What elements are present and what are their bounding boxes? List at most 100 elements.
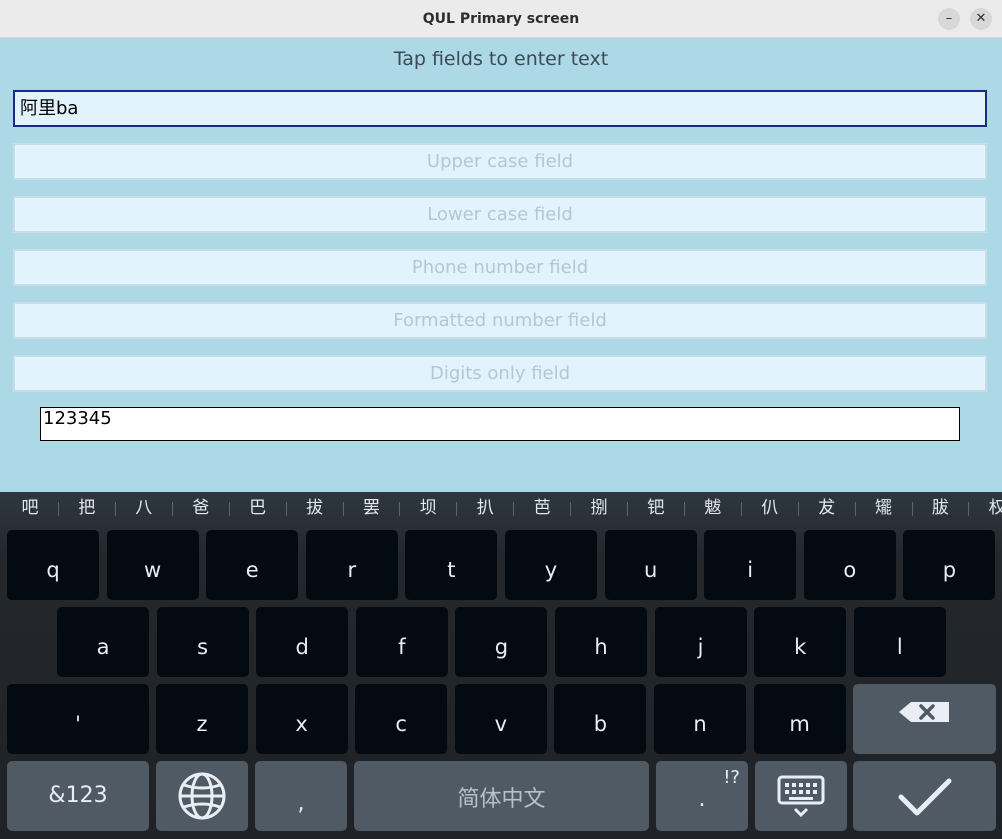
window-title: QUL Primary screen	[422, 11, 580, 27]
candidate-item[interactable]: 把	[72, 492, 102, 525]
key-label: e	[245, 558, 259, 582]
key-e[interactable]: e	[206, 530, 299, 600]
key-h[interactable]: h	[555, 607, 647, 677]
space-key[interactable]: 简体中文	[354, 761, 649, 831]
key-label: r	[347, 558, 357, 582]
key-f[interactable]: f	[355, 607, 448, 677]
key-q[interactable]: q	[7, 530, 99, 600]
key-u[interactable]: u	[604, 530, 697, 600]
key-b[interactable]: b	[554, 684, 647, 754]
key-label: p	[942, 558, 957, 582]
key-label: v	[494, 712, 508, 736]
key-x[interactable]: x	[255, 684, 348, 754]
key-l[interactable]: l	[853, 607, 946, 677]
checkmark-icon	[853, 761, 996, 831]
candidate-separator	[797, 502, 799, 516]
candidate-separator	[228, 502, 230, 516]
candidate-item[interactable]: 坝	[413, 492, 443, 525]
key-label: w	[144, 558, 162, 582]
key-d[interactable]: d	[256, 607, 349, 677]
key-s[interactable]: s	[156, 607, 249, 677]
candidate-item[interactable]: 矲	[869, 492, 899, 525]
key-p[interactable]: p	[903, 530, 996, 600]
candidate-separator	[456, 502, 458, 516]
candidate-item[interactable]: 权	[982, 492, 1002, 525]
key-w[interactable]: w	[106, 530, 199, 600]
key-y[interactable]: y	[505, 530, 597, 600]
key-label: j	[697, 635, 704, 659]
key-label: c	[395, 712, 407, 736]
key-label: t	[447, 558, 456, 582]
candidate-separator	[911, 502, 913, 516]
candidate-separator	[854, 502, 856, 516]
key-k[interactable]: k	[754, 607, 847, 677]
candidate-item[interactable]: 芭	[527, 492, 557, 525]
key-r[interactable]: r	[305, 530, 398, 600]
candidate-separator	[342, 502, 344, 516]
backspace-key[interactable]	[853, 684, 996, 754]
key-t[interactable]: t	[405, 530, 498, 600]
enter-key[interactable]	[853, 761, 996, 831]
key-i[interactable]: i	[704, 530, 797, 600]
period-key[interactable]: .!?	[656, 761, 748, 831]
candidate-item[interactable]: 拔	[300, 492, 330, 525]
key-j[interactable]: j	[654, 607, 747, 677]
key-label: n	[693, 712, 707, 736]
candidate-item[interactable]: 仈	[755, 492, 785, 525]
plain-text-field[interactable]: 123345	[40, 407, 960, 441]
formatted-number-field[interactable]: Formatted number field	[13, 302, 987, 339]
candidate-separator	[740, 502, 742, 516]
candidate-item[interactable]: 犮	[812, 492, 842, 525]
candidate-item[interactable]: 爸	[186, 492, 216, 525]
key-label: s	[197, 635, 209, 659]
comma-key[interactable]: ,	[255, 761, 347, 831]
candidate-item[interactable]: 扒	[470, 492, 500, 525]
key-n[interactable]: n	[654, 684, 746, 754]
app-window: QUL Primary screen – ✕ Tap fields to ent…	[0, 0, 1002, 839]
key-o[interactable]: o	[803, 530, 896, 600]
space-label: 简体中文	[457, 787, 546, 812]
candidate-separator	[968, 502, 970, 516]
key-label: d	[295, 635, 309, 659]
key-v[interactable]: v	[454, 684, 547, 754]
digits-only-field[interactable]: Digits only field	[13, 355, 987, 392]
candidate-item[interactable]: 八	[129, 492, 159, 525]
phone-number-field[interactable]: Phone number field	[13, 249, 987, 286]
key-label: g	[494, 635, 509, 659]
key-m[interactable]: m	[753, 684, 846, 754]
key-label: y	[544, 558, 558, 582]
key-apostrophe[interactable]: '	[7, 684, 149, 754]
key-label: m	[789, 712, 810, 736]
candidate-separator	[399, 502, 401, 516]
key-label: f	[398, 635, 406, 659]
keyboard-hide-icon	[755, 761, 847, 831]
active-text-field[interactable]: 阿里ba	[13, 90, 987, 127]
key-label: a	[96, 635, 110, 659]
candidate-item[interactable]: 吧	[15, 492, 45, 525]
backspace-icon	[853, 684, 996, 754]
candidate-item[interactable]: 罢	[356, 492, 386, 525]
candidate-item[interactable]: 钯	[641, 492, 671, 525]
key-g[interactable]: g	[455, 607, 548, 677]
candidate-item[interactable]: 巴	[243, 492, 273, 525]
key-label: b	[593, 712, 608, 736]
language-key[interactable]	[156, 761, 248, 831]
candidate-item[interactable]: 胈	[925, 492, 955, 525]
candidate-item[interactable]: 捌	[584, 492, 614, 525]
key-a[interactable]: a	[57, 607, 149, 677]
key-label: z	[196, 712, 208, 736]
upper-case-field[interactable]: Upper case field	[13, 143, 987, 180]
close-button[interactable]: ✕	[970, 8, 992, 30]
hide-keyboard-key[interactable]	[755, 761, 847, 831]
candidate-separator	[570, 502, 572, 516]
title-bar: QUL Primary screen – ✕	[0, 0, 1002, 38]
key-label: x	[295, 712, 308, 736]
candidate-item[interactable]: 魃	[698, 492, 728, 525]
minimize-button[interactable]: –	[938, 8, 960, 30]
key-c[interactable]: c	[355, 684, 448, 754]
lower-case-field[interactable]: Lower case field	[13, 196, 987, 233]
prompt-label: Tap fields to enter text	[393, 48, 609, 70]
symbols-key[interactable]: &123	[7, 761, 149, 831]
key-z[interactable]: z	[156, 684, 248, 754]
globe-icon	[156, 761, 248, 831]
